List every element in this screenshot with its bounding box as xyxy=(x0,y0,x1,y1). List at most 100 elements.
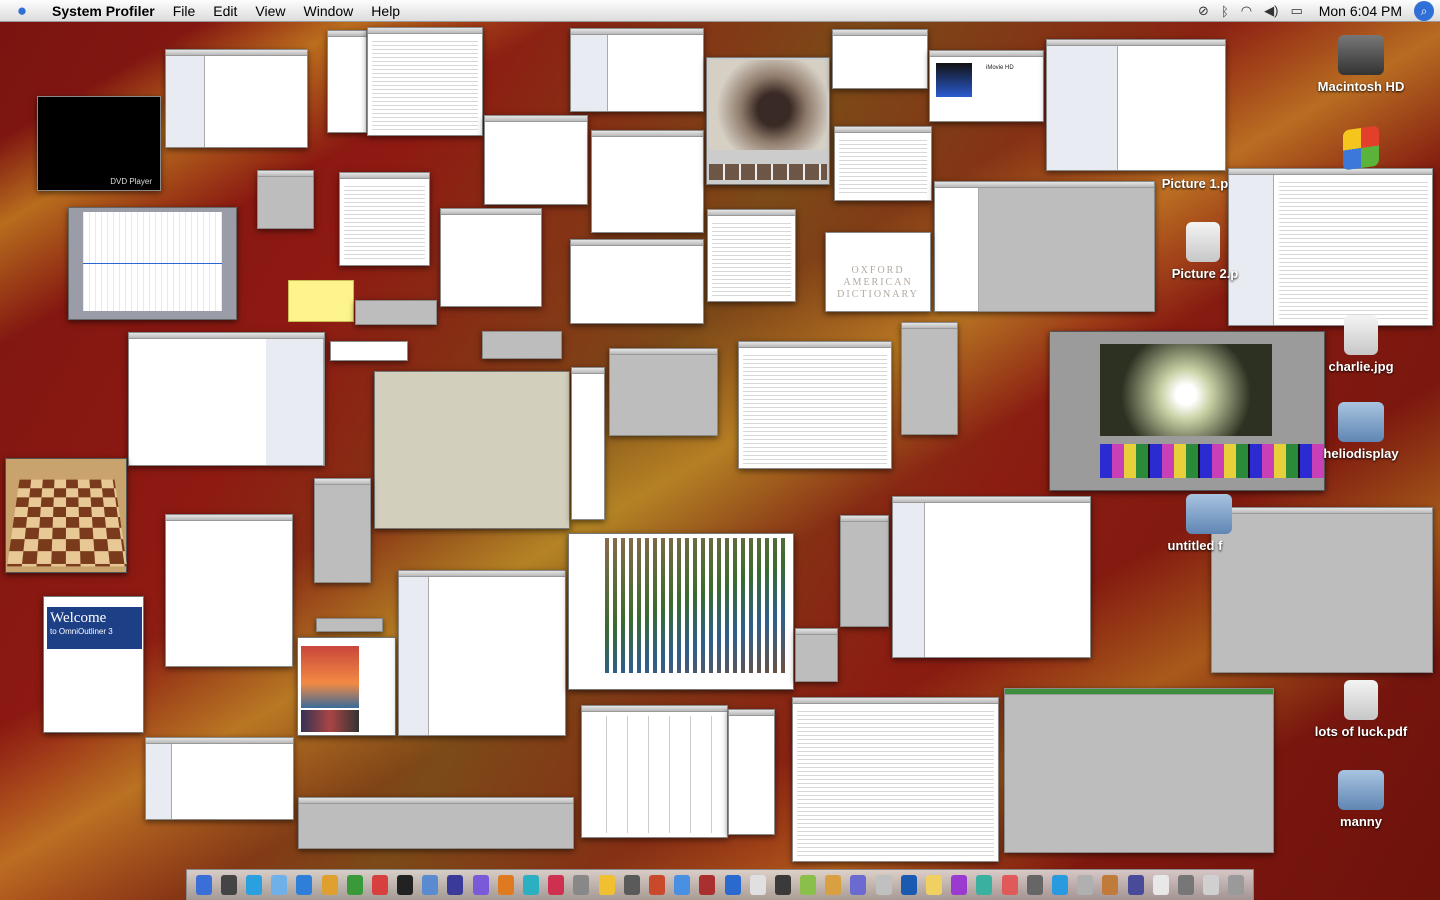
window-thumb-22[interactable] xyxy=(482,331,562,359)
dock-app-icon[interactable] xyxy=(724,875,741,895)
dock-app-icon[interactable] xyxy=(926,875,943,895)
menu-edit[interactable]: Edit xyxy=(204,3,246,19)
spotlight-icon[interactable]: ⌕ xyxy=(1414,1,1434,21)
desktop-icon-heliodisplay[interactable]: heliodisplay xyxy=(1306,402,1416,461)
sketchup-window[interactable] xyxy=(374,371,570,529)
system-preferences-window[interactable] xyxy=(591,130,704,233)
dvd-player-window[interactable]: DVD Player xyxy=(37,96,161,191)
dock-app-icon[interactable] xyxy=(699,875,716,895)
dock-app-icon[interactable] xyxy=(523,875,540,895)
imovie-hd-window[interactable]: iMovie HD xyxy=(929,50,1044,122)
window-thumb-31[interactable] xyxy=(840,515,889,627)
dock-app-icon[interactable] xyxy=(1177,875,1194,895)
imovie-editor-window[interactable] xyxy=(1049,331,1325,491)
dock-app-icon[interactable] xyxy=(900,875,917,895)
window-thumb-14[interactable] xyxy=(834,126,932,201)
dock-app-icon[interactable] xyxy=(1102,875,1119,895)
window-thumb-38[interactable] xyxy=(728,709,775,835)
dock-app-icon[interactable] xyxy=(321,875,338,895)
dock-app-icon[interactable] xyxy=(951,875,968,895)
window-thumb-24[interactable] xyxy=(609,348,718,436)
dock-app-icon[interactable] xyxy=(623,875,640,895)
dock-app-icon[interactable] xyxy=(774,875,791,895)
window-thumb-15[interactable] xyxy=(1046,39,1226,171)
grapher-window[interactable] xyxy=(68,207,237,320)
window-thumb-39[interactable] xyxy=(792,697,999,862)
dock-app-icon[interactable] xyxy=(497,875,514,895)
omnioutliner-window[interactable]: Welcome to OmniOutliner 3 xyxy=(43,596,144,733)
window-thumb-20[interactable] xyxy=(128,332,325,466)
dock-app-icon[interactable] xyxy=(598,875,615,895)
window-thumb-26[interactable] xyxy=(901,322,958,435)
window-thumb-3[interactable] xyxy=(367,27,483,136)
desktop-icon-windows[interactable] xyxy=(1306,125,1416,172)
desktop-icon-charlie[interactable]: charlie.jpg xyxy=(1306,315,1416,374)
window-thumb-12[interactable] xyxy=(832,29,928,89)
dock-app-icon[interactable] xyxy=(397,875,414,895)
dock-app-icon[interactable] xyxy=(749,875,766,895)
dock-app-icon[interactable] xyxy=(1228,875,1245,895)
wifi-icon[interactable]: ◠ xyxy=(1241,3,1252,19)
window-thumb-25[interactable] xyxy=(738,341,892,469)
window-thumb-8[interactable] xyxy=(440,208,542,307)
window-thumb-28[interactable] xyxy=(314,478,371,583)
menu-view[interactable]: View xyxy=(246,3,294,19)
dock-app-icon[interactable] xyxy=(195,875,212,895)
dock-app-icon[interactable] xyxy=(1051,875,1068,895)
calculator-window[interactable] xyxy=(795,628,838,682)
window-thumb-10[interactable] xyxy=(570,239,704,324)
window-thumb-7[interactable] xyxy=(339,172,430,266)
battery-icon[interactable]: ▭ xyxy=(1290,3,1302,19)
dock-app-icon[interactable] xyxy=(1001,875,1018,895)
dock-app-icon[interactable] xyxy=(548,875,565,895)
airport-off-icon[interactable]: ⊘ xyxy=(1198,3,1209,19)
dock-app-icon[interactable] xyxy=(648,875,665,895)
dictionary-window[interactable]: OXFORD AMERICAN DICTIONARY xyxy=(825,232,931,312)
desktop-icon-macintosh-hd[interactable]: Macintosh HD xyxy=(1306,35,1416,94)
menu-file[interactable]: File xyxy=(164,3,205,19)
window-thumb-27[interactable] xyxy=(165,514,293,667)
window-thumb-36[interactable] xyxy=(298,797,574,849)
window-thumb-40[interactable] xyxy=(1004,688,1274,853)
menu-app-name[interactable]: System Profiler xyxy=(44,3,164,19)
window-thumb-17[interactable] xyxy=(934,181,1155,312)
dock-app-icon[interactable] xyxy=(674,875,691,895)
window-thumb-29[interactable] xyxy=(316,618,383,632)
window-thumb-19[interactable] xyxy=(355,300,437,325)
dock-app-icon[interactable] xyxy=(271,875,288,895)
dock-app-icon[interactable] xyxy=(1077,875,1094,895)
dock-app-icon[interactable] xyxy=(422,875,439,895)
desktop-icon-picture-2[interactable]: Picture 2.p xyxy=(1150,222,1260,281)
chess-window[interactable] xyxy=(5,458,127,573)
itunes-album-window[interactable] xyxy=(297,637,396,736)
window-thumb-11[interactable] xyxy=(707,209,796,302)
dock-app-icon[interactable] xyxy=(1203,875,1220,895)
dock-app-icon[interactable] xyxy=(800,875,817,895)
dock-app-icon[interactable] xyxy=(573,875,590,895)
menu-help[interactable]: Help xyxy=(362,3,409,19)
dock-app-icon[interactable] xyxy=(447,875,464,895)
window-thumb-30[interactable] xyxy=(398,570,566,736)
window-thumb-2[interactable] xyxy=(327,30,367,133)
dock-app-icon[interactable] xyxy=(220,875,237,895)
dock-app-icon[interactable] xyxy=(346,875,363,895)
dock-app-icon[interactable] xyxy=(875,875,892,895)
dock-app-icon[interactable] xyxy=(976,875,993,895)
desktop-icon-picture-1[interactable]: Picture 1.p xyxy=(1140,176,1250,191)
dock-app-icon[interactable] xyxy=(1026,875,1043,895)
apple-menu-icon[interactable]: ● xyxy=(0,1,44,21)
dock-app-icon[interactable] xyxy=(245,875,262,895)
window-thumb-21[interactable] xyxy=(330,341,408,361)
dock-app-icon[interactable] xyxy=(1152,875,1169,895)
window-thumb-33[interactable] xyxy=(892,496,1091,658)
dock-app-icon[interactable] xyxy=(296,875,313,895)
ical-window[interactable] xyxy=(581,705,728,838)
window-thumb-5[interactable] xyxy=(484,115,588,205)
bluetooth-icon[interactable]: ᛒ xyxy=(1221,4,1229,19)
ichat-video-window[interactable] xyxy=(706,57,830,185)
menu-clock[interactable]: Mon 6:04 PM xyxy=(1319,3,1402,19)
window-thumb-4[interactable] xyxy=(570,28,704,112)
sticky-note[interactable] xyxy=(288,280,354,322)
system-profiler-window[interactable] xyxy=(165,49,308,148)
dock-app-icon[interactable] xyxy=(825,875,842,895)
